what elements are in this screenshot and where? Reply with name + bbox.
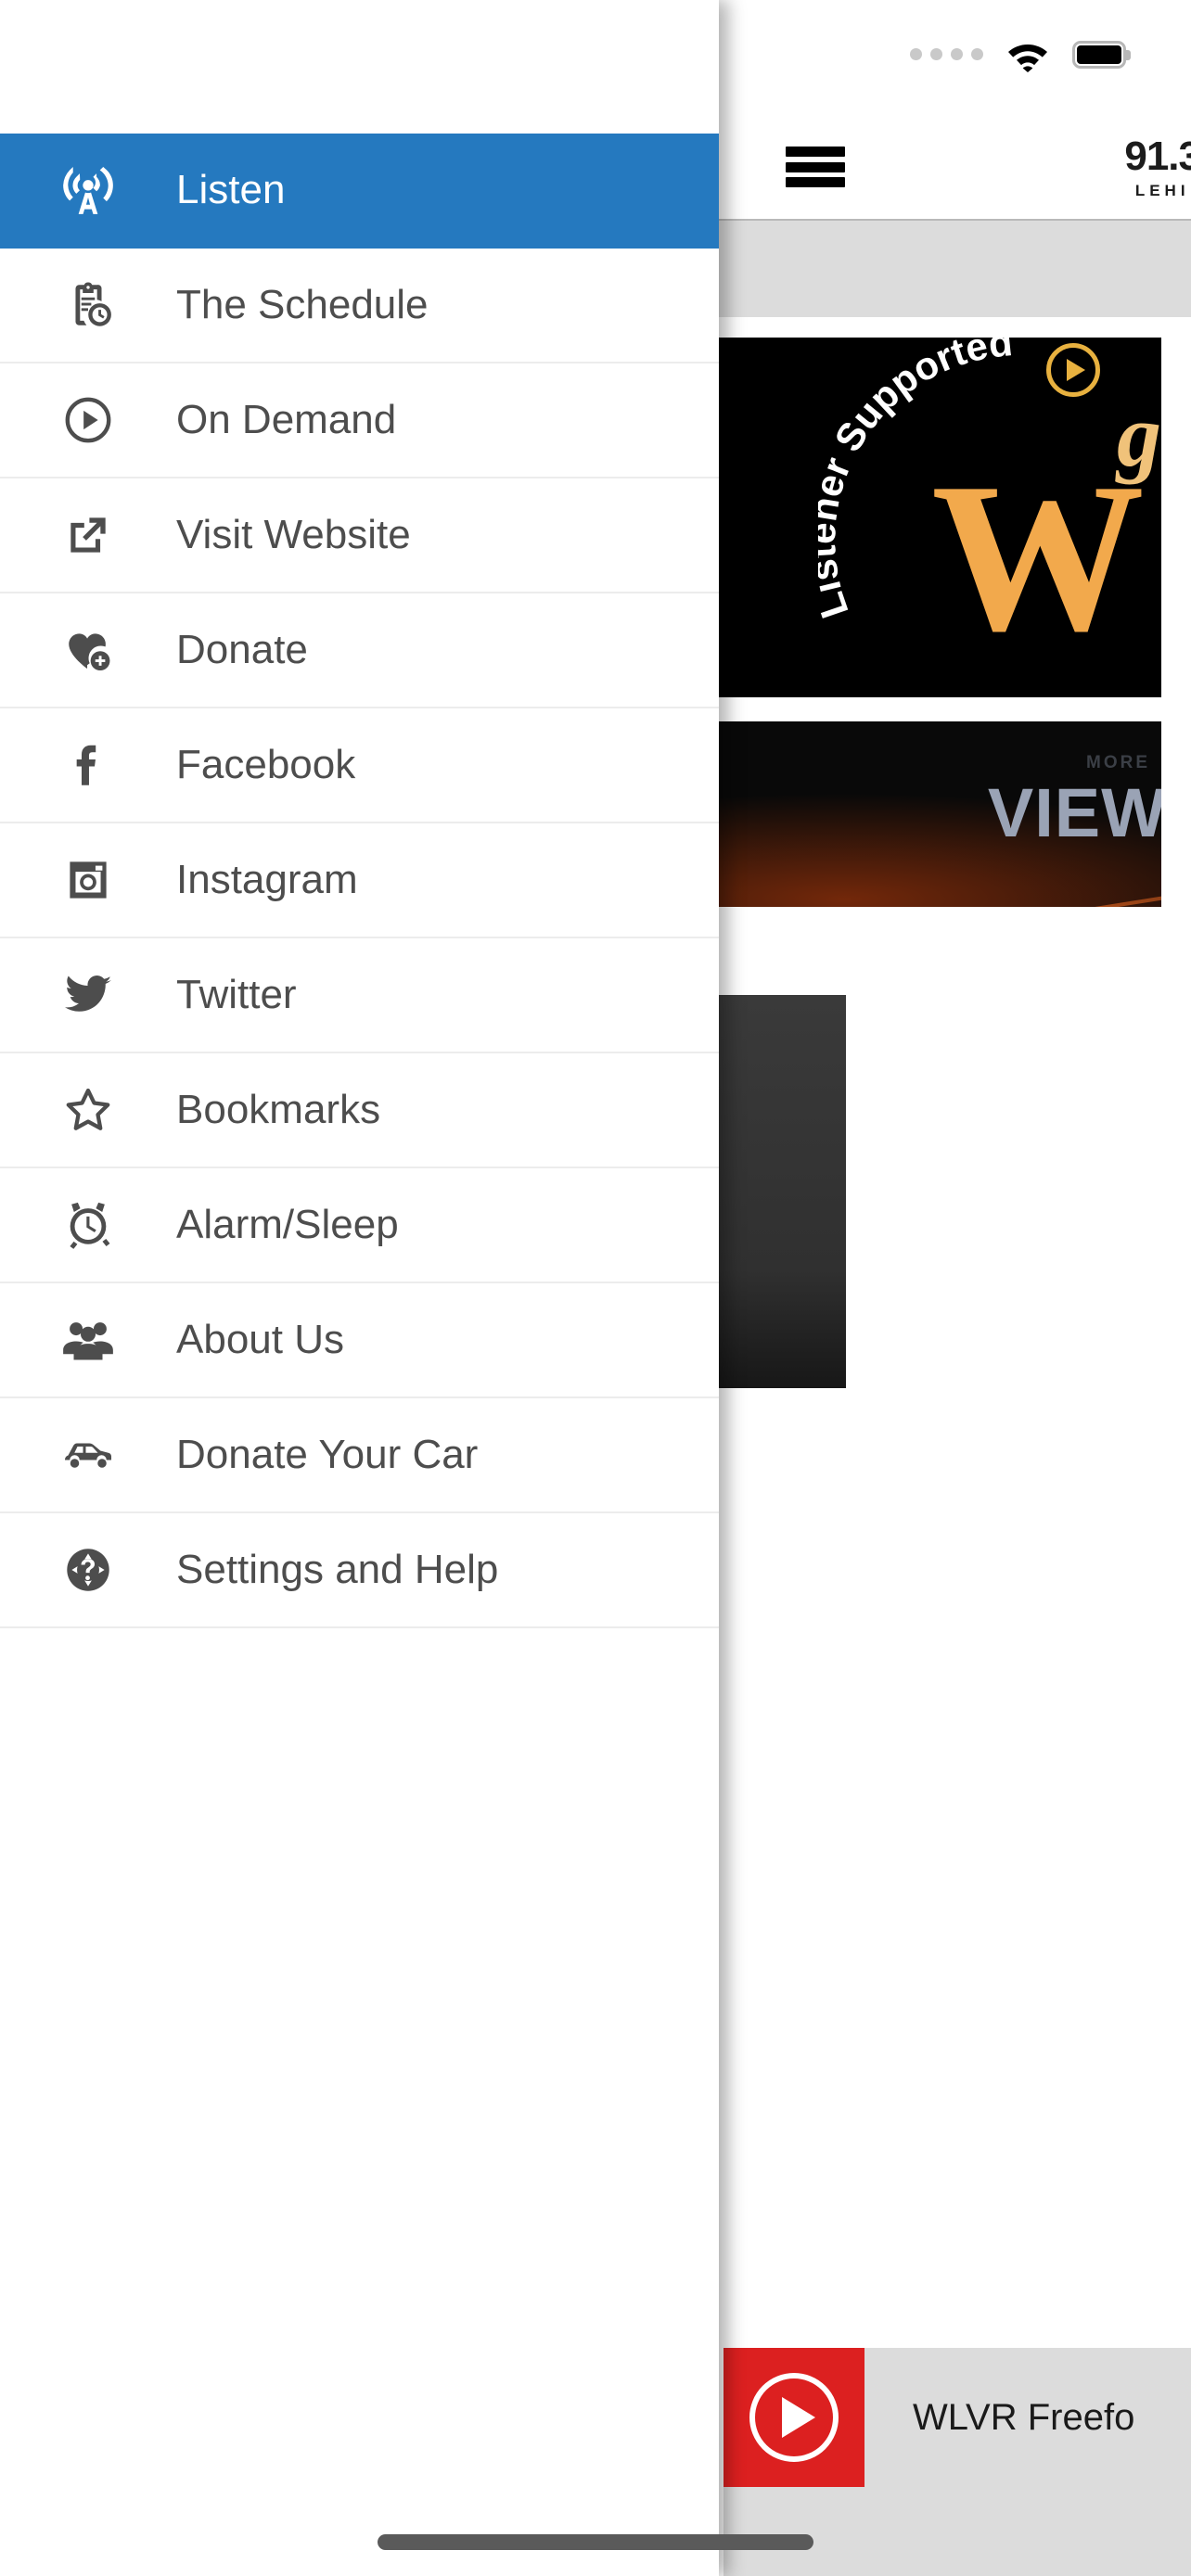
play-circle-icon: [749, 2373, 839, 2462]
sidebar-item-on-demand[interactable]: On Demand: [0, 363, 719, 478]
play-circle-icon: [1046, 343, 1100, 397]
sidebar-item-label: Instagram: [176, 857, 358, 902]
status-indicators: [910, 37, 1131, 72]
home-indicator[interactable]: [378, 2534, 813, 2550]
people-group-icon: [0, 1311, 176, 1369]
sidebar-item-label: Alarm/Sleep: [176, 1202, 399, 1247]
sidebar-item-twitter[interactable]: Twitter: [0, 938, 719, 1053]
sidebar-item-donate[interactable]: Donate: [0, 593, 719, 708]
help-circle-icon: [0, 1543, 176, 1597]
twitter-bird-icon: [0, 967, 176, 1023]
signal-dots-icon: [910, 47, 983, 62]
sidebar-item-donate-your-car[interactable]: Donate Your Car: [0, 1398, 719, 1513]
play-button[interactable]: [724, 2348, 864, 2487]
star-outline-icon: [0, 1082, 176, 1138]
view-banner-subtext: MORE: [1086, 753, 1150, 772]
drawer-menu-list: Listen The Schedule On Demand Visit Webs…: [0, 134, 719, 1628]
broadcast-tower-icon: [0, 161, 176, 219]
sidebar-item-instagram[interactable]: Instagram: [0, 823, 719, 938]
car-icon: [0, 1436, 176, 1473]
sidebar-item-label: Donate Your Car: [176, 1432, 479, 1477]
sidebar-item-settings-and-help[interactable]: Settings and Help: [0, 1513, 719, 1628]
drawer-empty-area: [0, 1628, 719, 2576]
sidebar-item-label: Listen: [176, 167, 286, 212]
station-logo: 91.3 LEHI: [1124, 134, 1191, 200]
external-link-icon: [0, 509, 176, 561]
sidebar-item-listen[interactable]: Listen: [0, 134, 719, 249]
now-playing-label: WLVR Freefo: [913, 2396, 1135, 2438]
station-logo-name: LEHI: [1134, 182, 1190, 200]
light-streak: [656, 852, 1161, 907]
drawer-status-spacer: [0, 0, 719, 134]
sidebar-item-label: About Us: [176, 1317, 344, 1362]
sidebar-item-label: On Demand: [176, 397, 397, 442]
sidebar-item-label: The Schedule: [176, 282, 429, 327]
sidebar-item-about-us[interactable]: About Us: [0, 1283, 719, 1398]
alarm-clock-icon: [0, 1198, 176, 1252]
wifi-icon: [1004, 37, 1052, 72]
hamburger-menu-icon[interactable]: [786, 147, 845, 187]
sidebar-item-label: Facebook: [176, 742, 356, 787]
bottom-safe-area: [724, 2487, 1191, 2576]
play-circle-icon: [0, 393, 176, 447]
instagram-icon: [0, 854, 176, 906]
sidebar-item-label: Settings and Help: [176, 1547, 499, 1592]
sidebar-item-label: Donate: [176, 627, 308, 672]
clipboard-clock-icon: [0, 278, 176, 332]
sidebar-item-facebook[interactable]: Facebook: [0, 708, 719, 823]
navigation-drawer: Listen The Schedule On Demand Visit Webs…: [0, 0, 719, 2576]
sidebar-item-visit-website[interactable]: Visit Website: [0, 478, 719, 593]
sidebar-item-label: Visit Website: [176, 512, 411, 557]
station-logo-frequency: 91.3: [1124, 134, 1191, 179]
battery-full-icon: [1072, 41, 1131, 69]
sidebar-item-bookmarks[interactable]: Bookmarks: [0, 1053, 719, 1168]
sidebar-item-the-schedule[interactable]: The Schedule: [0, 249, 719, 363]
heart-plus-icon: [0, 623, 176, 677]
sidebar-item-alarm-sleep[interactable]: Alarm/Sleep: [0, 1168, 719, 1283]
sidebar-item-label: Twitter: [176, 972, 297, 1017]
sidebar-item-label: Bookmarks: [176, 1087, 381, 1132]
banner-letter: W: [931, 439, 1145, 675]
view-banner-text: VIEW: [987, 774, 1161, 851]
phone-screen: 2:49 91.3 LE: [0, 0, 1191, 2576]
facebook-icon: [0, 738, 176, 792]
player-bar: WLVR Freefo: [724, 2348, 1191, 2487]
